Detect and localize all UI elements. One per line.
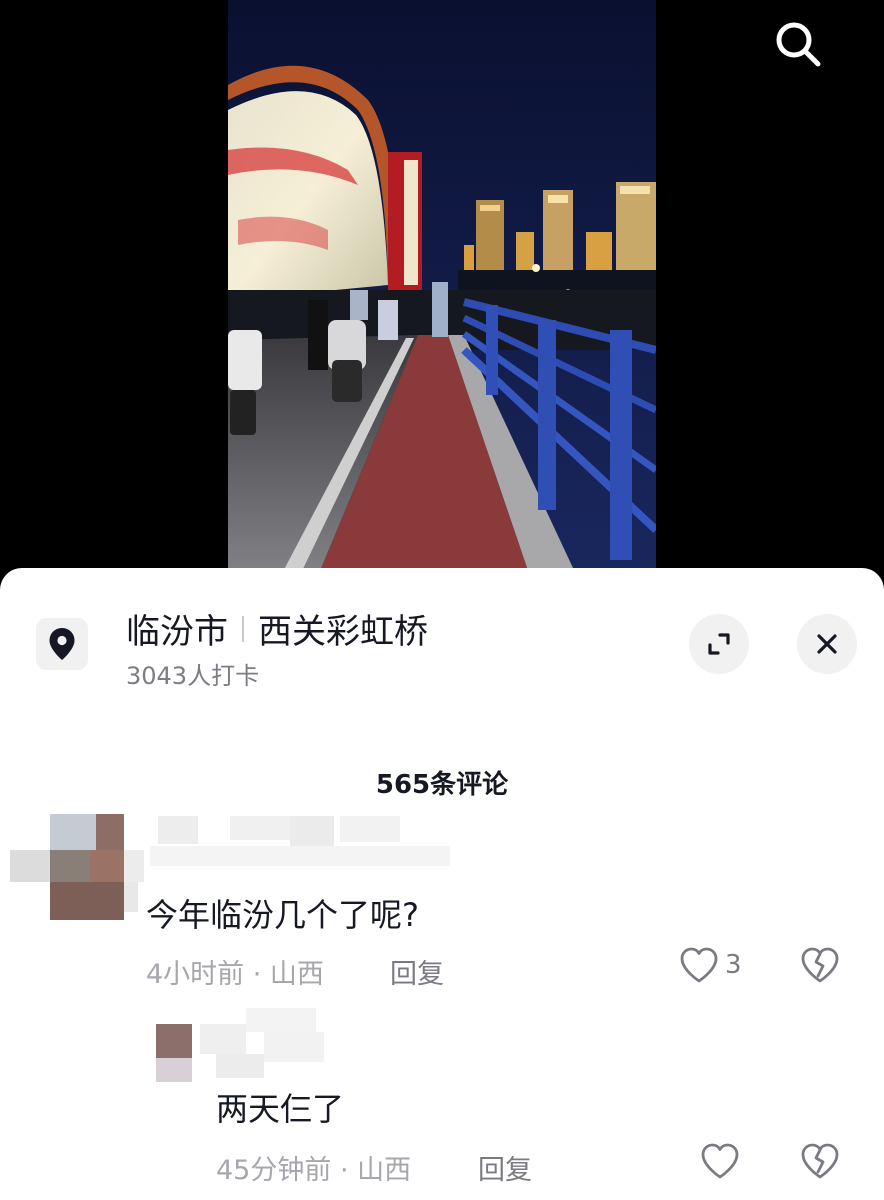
location-separator [242, 615, 244, 642]
broken-heart-icon [801, 1143, 839, 1179]
search-button[interactable] [770, 16, 826, 72]
expand-button[interactable] [689, 614, 749, 674]
expand-icon [708, 633, 730, 655]
comment-count: 565条评论 [375, 770, 509, 800]
video-frame [228, 0, 656, 600]
location-pin-button[interactable] [36, 618, 88, 670]
location-pin-icon [49, 628, 75, 660]
location-header[interactable]: 临汾市 西关彩虹桥 3043人打卡 [0, 568, 884, 708]
reply-button[interactable]: 回复 [390, 952, 444, 991]
video-player[interactable] [0, 0, 884, 600]
close-button[interactable] [797, 614, 857, 674]
reply-text: 两天仨了 [216, 1090, 345, 1128]
avatar[interactable] [156, 1024, 196, 1084]
heart-icon [680, 947, 718, 983]
comment-meta: 4小时前 · 山西 [146, 959, 324, 990]
location-title[interactable]: 临汾市 西关彩虹桥 [126, 604, 428, 653]
location-place: 西关彩虹桥 [258, 612, 428, 652]
video-scene-image [228, 0, 656, 600]
heart-icon [701, 1143, 739, 1179]
username-blurred[interactable] [196, 1008, 366, 1082]
username-blurred[interactable] [150, 814, 460, 868]
dislike-button[interactable] [800, 1142, 840, 1184]
location-city: 临汾市 [126, 612, 228, 652]
checkin-count: 3043人打卡 [126, 662, 260, 690]
like-button[interactable]: 3 [679, 946, 742, 984]
comment-text: 今年临汾几个了呢? [146, 896, 419, 934]
reply-button[interactable]: 回复 [478, 1148, 532, 1187]
like-count: 3 [725, 950, 742, 980]
like-button[interactable] [700, 1142, 740, 1180]
avatar[interactable] [10, 814, 150, 920]
close-icon [817, 634, 837, 654]
reply-meta: 45分钟前 · 山西 [216, 1155, 412, 1186]
dislike-button[interactable] [800, 946, 840, 988]
search-icon [776, 22, 821, 67]
broken-heart-icon [801, 947, 839, 983]
comments-sheet: 临汾市 西关彩虹桥 3043人打卡 565条评论 今年临汾几个了呢? 4小时前 … [0, 568, 884, 1200]
